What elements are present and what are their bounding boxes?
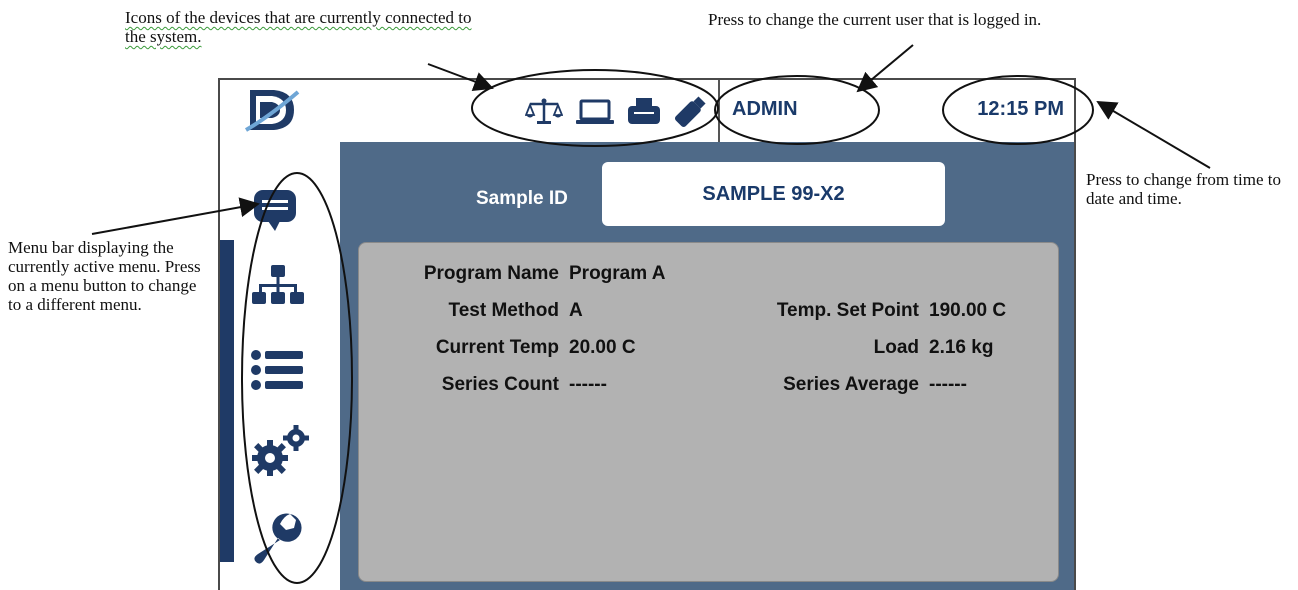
- list-icon: [251, 350, 303, 390]
- temp-set-point-label: Temp. Set Point: [776, 300, 919, 321]
- menu-button-network[interactable]: [220, 240, 340, 328]
- device-screen: ADMIN 12:15 PM Sample ID SAMPLE 99-X2 Pr…: [218, 78, 1076, 590]
- top-bar: ADMIN 12:15 PM: [220, 80, 1074, 142]
- printer-icon: [627, 96, 661, 128]
- clock-button[interactable]: 12:15 PM: [977, 98, 1064, 121]
- program-name-label: Program Name: [423, 263, 559, 284]
- sidebar-indicator: [220, 240, 234, 328]
- load-label: Load: [873, 337, 919, 358]
- test-method-value: A: [569, 300, 583, 321]
- time-arrow: [1096, 100, 1211, 169]
- time-annotation: Press to change from time to date and ti…: [1086, 170, 1281, 208]
- sidebar-indicator: [220, 328, 234, 412]
- chat-icon: [254, 190, 296, 231]
- devices-annotation: Icons of the devices that are currently …: [125, 8, 472, 46]
- load-value: 2.16 kg: [929, 337, 994, 358]
- series-average-value: ------: [929, 374, 967, 395]
- wrench-icon: [254, 513, 302, 564]
- user-annotation: Press to change the current user that is…: [708, 10, 1042, 29]
- series-count-label: Series Count: [441, 374, 559, 395]
- menu-annotation: Menu bar displaying the currently active…: [8, 238, 201, 314]
- test-method-label: Test Method: [448, 300, 559, 321]
- temp-set-point-value: 190.00 C: [929, 300, 1007, 321]
- series-average-label: Series Average: [783, 374, 919, 395]
- laptop-icon: [575, 97, 615, 127]
- menu-button-messages[interactable]: [220, 178, 340, 240]
- sample-id-label: Sample ID: [476, 188, 568, 209]
- usb-drive-icon: [673, 95, 707, 129]
- menu-bar: [220, 142, 340, 590]
- gears-icon: [252, 425, 309, 476]
- test-info-panel: Program Name Program A Test Method A Cur…: [358, 242, 1059, 582]
- balance-scale-icon: [525, 97, 563, 127]
- program-name-value: Program A: [569, 263, 666, 284]
- menu-button-tools[interactable]: [220, 492, 340, 590]
- series-count-value: ------: [569, 374, 607, 395]
- company-logo: [244, 90, 300, 132]
- sidebar-indicator: [220, 412, 234, 492]
- sample-id-field[interactable]: SAMPLE 99-X2: [602, 162, 945, 226]
- menu-button-settings[interactable]: [220, 412, 340, 492]
- sidebar-tab-top: [220, 142, 340, 178]
- topbar-divider: [718, 80, 720, 142]
- sidebar-indicator: [220, 492, 234, 562]
- current-temp-label: Current Temp: [435, 337, 559, 358]
- current-temp-value: 20.00 C: [569, 337, 636, 358]
- connected-devices: [525, 94, 707, 130]
- current-user-button[interactable]: ADMIN: [732, 98, 798, 121]
- network-icon: [252, 265, 304, 304]
- menu-button-list[interactable]: [220, 328, 340, 412]
